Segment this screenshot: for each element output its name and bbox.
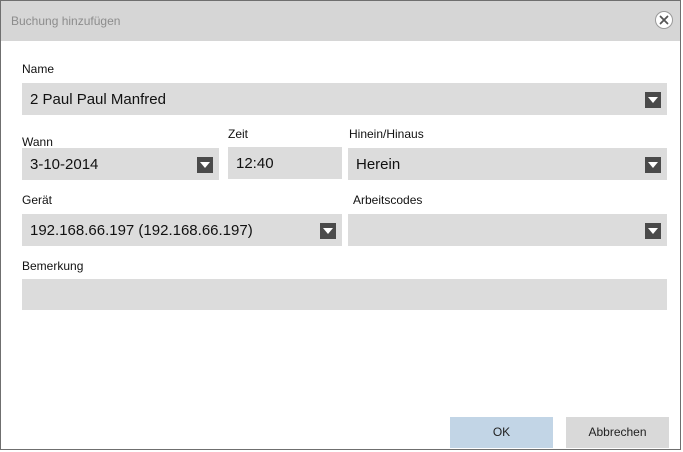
close-icon bbox=[659, 15, 669, 25]
zeit-value: 12:40 bbox=[236, 155, 274, 172]
bemerkung-input[interactable] bbox=[22, 279, 667, 310]
chevron-down-icon bbox=[648, 162, 658, 168]
cancel-button[interactable]: Abbrechen bbox=[566, 417, 669, 448]
wann-label: Wann bbox=[22, 135, 53, 149]
geraet-label: Gerät bbox=[22, 193, 53, 207]
name-dropdown-button[interactable] bbox=[645, 92, 661, 108]
direction-value: Herein bbox=[356, 156, 401, 173]
arbeitscodes-label: Arbeitscodes bbox=[353, 193, 423, 207]
wann-value: 3-10-2014 bbox=[30, 156, 99, 173]
dialog-titlebar[interactable]: Buchung hinzufügen bbox=[1, 1, 680, 41]
ok-button[interactable]: OK bbox=[450, 417, 553, 448]
chevron-down-icon bbox=[323, 228, 333, 234]
zeit-label: Zeit bbox=[228, 127, 249, 141]
dialog-title: Buchung hinzufügen bbox=[11, 14, 121, 28]
geraet-dropdown[interactable]: 192.168.66.197 (192.168.66.197) bbox=[22, 214, 342, 246]
name-label: Name bbox=[22, 62, 55, 76]
add-booking-dialog: Buchung hinzufügen Name 2 Paul Paul Manf… bbox=[0, 0, 681, 450]
name-dropdown[interactable]: 2 Paul Paul Manfred bbox=[22, 83, 667, 115]
chevron-down-icon bbox=[200, 162, 210, 168]
geraet-dropdown-button[interactable] bbox=[320, 223, 336, 239]
name-value: 2 Paul Paul Manfred bbox=[30, 91, 166, 108]
direction-dropdown-button[interactable] bbox=[645, 157, 661, 173]
bemerkung-label: Bemerkung bbox=[22, 259, 84, 273]
wann-date-picker[interactable]: 3-10-2014 bbox=[22, 148, 219, 180]
wann-dropdown-button[interactable] bbox=[197, 157, 213, 173]
arbeitscodes-dropdown[interactable] bbox=[348, 214, 667, 246]
arbeitscodes-dropdown-button[interactable] bbox=[645, 223, 661, 239]
geraet-value: 192.168.66.197 (192.168.66.197) bbox=[30, 222, 253, 239]
chevron-down-icon bbox=[648, 228, 658, 234]
direction-dropdown[interactable]: Herein bbox=[348, 148, 667, 180]
zeit-input[interactable]: 12:40 bbox=[228, 147, 342, 179]
chevron-down-icon bbox=[648, 97, 658, 103]
close-button[interactable] bbox=[655, 11, 673, 29]
direction-label: Hinein/Hinaus bbox=[349, 127, 424, 141]
